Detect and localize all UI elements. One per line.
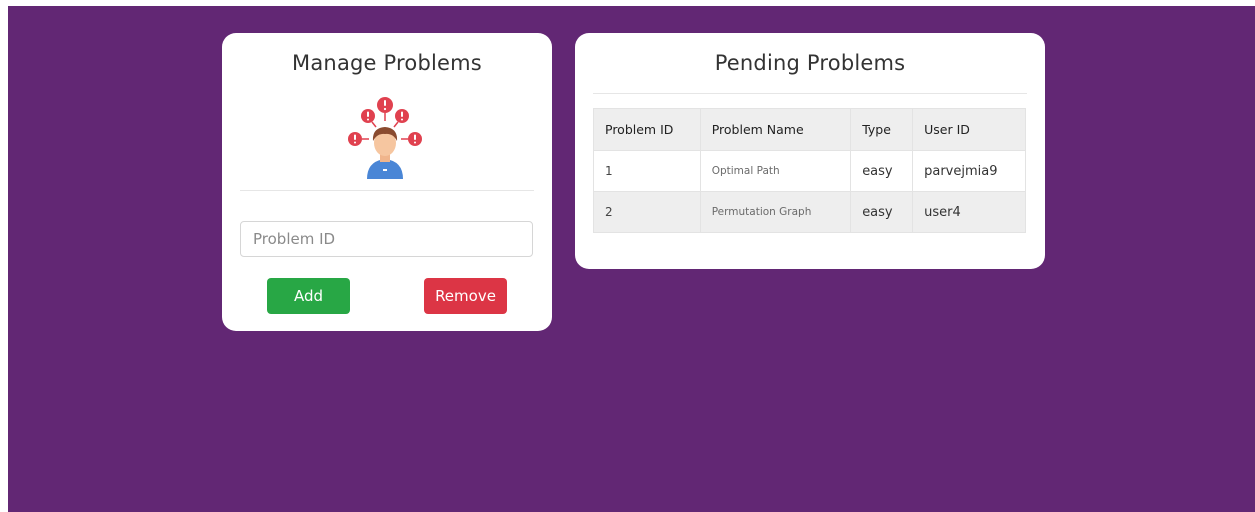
add-button[interactable]: Add: [267, 278, 350, 314]
manage-divider: [240, 190, 534, 191]
pending-problems-table: Problem ID Problem Name Type User ID 1 O…: [593, 108, 1026, 233]
problem-id-input[interactable]: [240, 221, 533, 257]
table-row[interactable]: 2 Permutation Graph easy user4: [593, 191, 1026, 233]
cell-type: easy: [850, 150, 914, 192]
column-header-user-id: User ID: [912, 108, 1026, 151]
pending-problems-card: Pending Problems Problem ID Problem Name…: [575, 33, 1045, 269]
cell-user-id: user4: [912, 191, 1026, 233]
cell-user-id: parvejmia9: [912, 150, 1026, 192]
cell-problem-name: Optimal Path: [699, 150, 852, 192]
table-header-row: Problem ID Problem Name Type User ID: [593, 108, 1026, 151]
manage-problems-card: Manage Problems Problem ID Add Remove: [222, 33, 552, 331]
manage-problems-title: Manage Problems: [292, 51, 482, 75]
cell-type: easy: [850, 191, 914, 233]
column-header-problem-name: Problem Name: [699, 108, 852, 151]
table-row[interactable]: 1 Optimal Path easy parvejmia9: [593, 150, 1026, 192]
pending-divider: [593, 93, 1027, 94]
remove-button[interactable]: Remove: [424, 278, 507, 314]
page-background: Manage Problems Problem ID Add Remove Pe…: [8, 6, 1255, 512]
column-header-type: Type: [850, 108, 914, 151]
cell-problem-id: 2: [593, 191, 701, 233]
column-header-problem-id: Problem ID: [593, 108, 701, 151]
cell-problem-name: Permutation Graph: [699, 191, 852, 233]
cell-problem-id: 1: [593, 150, 701, 192]
pending-problems-title: Pending Problems: [714, 51, 906, 75]
user-with-alerts-icon: [348, 97, 422, 179]
